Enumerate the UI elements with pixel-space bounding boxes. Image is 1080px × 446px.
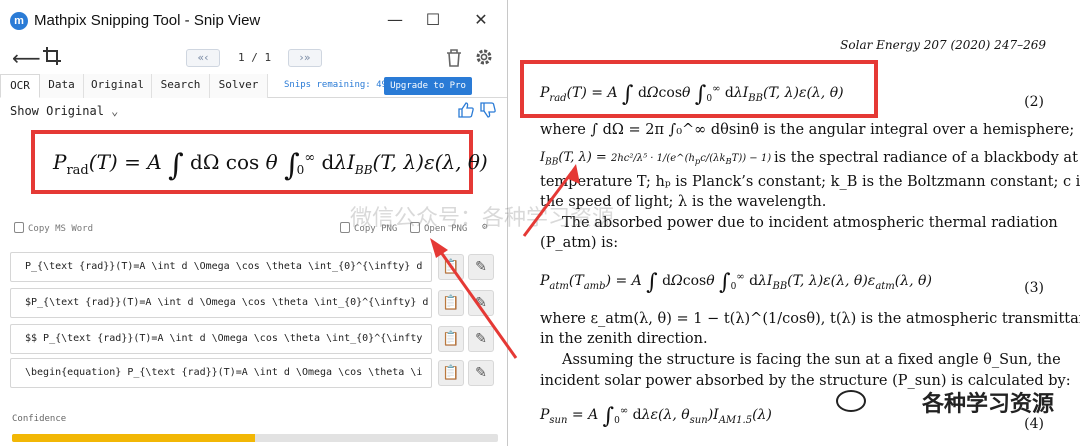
minimize-button[interactable]: —	[380, 8, 410, 32]
edit-icon[interactable]: ✎	[468, 290, 494, 316]
text-absorbed-power: The absorbed power due to incident atmos…	[562, 215, 1058, 231]
mathpix-logo-icon: m	[10, 12, 28, 30]
equation-4: Psun = A ∫0∞ dλε(λ, θsun)IAM1.5(λ)	[540, 404, 772, 429]
journal-reference: Solar Energy 207 (2020) 247–269	[840, 38, 1046, 52]
crop-icon[interactable]	[42, 46, 62, 71]
latex-output-field[interactable]: $$ P_{\text {rad}}(T)=A \int d \Omega \c…	[10, 324, 432, 354]
equation-2: Prad(T) = A ∫ dΩcosθ ∫0∞ dλIBB(T, λ)ε(λ,…	[540, 82, 844, 107]
text-assuming: Assuming the structure is facing the sun…	[562, 352, 1061, 368]
edit-icon[interactable]: ✎	[468, 360, 494, 386]
tab-original[interactable]: Original	[84, 74, 152, 98]
window-title: Mathpix Snipping Tool - Snip View	[34, 12, 261, 29]
wechat-logo-icon	[836, 390, 866, 412]
show-original-label: Show Original	[10, 104, 104, 118]
copy-ms-word-label: Copy MS Word	[28, 224, 94, 234]
latex-output-row: $P_{\text {rad}}(T)=A \int d \Omega \cos…	[10, 288, 496, 318]
maximize-button[interactable]: ☐	[418, 8, 448, 32]
confidence-label: Confidence	[12, 414, 67, 424]
brand-watermark: 各种学习资源	[921, 392, 1054, 417]
tab-data[interactable]: Data	[40, 74, 84, 98]
edit-icon[interactable]: ✎	[468, 254, 494, 280]
title-bar: m Mathpix Snipping Tool - Snip View — ☐ …	[0, 0, 507, 40]
text-temperature: temperature T; hₚ is Planck’s constant; …	[540, 174, 1080, 190]
clipboard-icon[interactable]: 📋	[438, 254, 464, 280]
equation-3: Patm(Tamb) = A ∫ dΩcosθ ∫0∞ dλIBB(T, λ)ε…	[540, 270, 932, 295]
text-zenith: in the zenith direction.	[540, 331, 708, 347]
text-hemisphere: where ∫ dΩ = 2π ∫₀^∞ dθsinθ is the angul…	[540, 122, 1075, 138]
blackbody-expression: IBB(T, λ) = 2hc²/λ⁵ · 1/(e^(hpc/(λkBT)) …	[540, 150, 772, 168]
edit-icon[interactable]: ✎	[468, 326, 494, 352]
tab-ocr[interactable]: OCR	[0, 74, 40, 98]
next-snip-button[interactable]: ›»	[288, 49, 322, 67]
text-patm: (P_atm) is:	[540, 235, 619, 251]
latex-output-field[interactable]: \begin{equation} P_{\text {rad}}(T)=A \i…	[10, 358, 432, 388]
latex-output-row: $$ P_{\text {rad}}(T)=A \int d \Omega \c…	[10, 324, 496, 354]
page-indicator: 1 / 1	[238, 51, 272, 64]
thumbs-down-icon[interactable]	[480, 102, 496, 122]
paper-excerpt: Solar Energy 207 (2020) 247–269 Prad(T) …	[350, 0, 1080, 446]
trash-icon[interactable]	[446, 48, 462, 72]
rendered-formula-highlight: Prad(T) = A ∫ dΩ cos θ ∫0∞ dλIBB(T, λ)ε(…	[31, 130, 488, 194]
tab-search[interactable]: Search	[152, 74, 210, 98]
close-button[interactable]: ✕	[466, 8, 496, 32]
chevron-down-icon: ⌄	[111, 104, 119, 118]
latex-output-field[interactable]: $P_{\text {rad}}(T)=A \int d \Omega \cos…	[10, 288, 432, 318]
equation-4-number: (4)	[1024, 416, 1044, 432]
upgrade-to-pro-button[interactable]: Upgrade to Pro	[384, 77, 472, 95]
rendered-formula: Prad(T) = A ∫ dΩ cos θ ∫0∞ dλIBB(T, λ)ε(…	[53, 148, 488, 183]
confidence-bar	[12, 434, 498, 442]
latex-output-row: \begin{equation} P_{\text {rad}}(T)=A \i…	[10, 358, 496, 388]
toolbar: ⟵ «‹ 1 / 1 ›»	[0, 44, 507, 72]
clipboard-icon[interactable]: 📋	[438, 360, 464, 386]
thumbs-up-icon[interactable]	[458, 102, 474, 122]
confidence-bar-fill	[12, 434, 255, 442]
watermark-text: 微信公众号：各种学习资源	[350, 206, 615, 231]
copy-ms-word-button[interactable]: Copy MS Word	[14, 222, 93, 234]
latex-output-field[interactable]: P_{\text {rad}}(T)=A \int d \Omega \cos …	[10, 252, 432, 282]
arrow-left-icon[interactable]: ⟵	[12, 46, 41, 70]
snips-remaining-count: Snips remaining: 49	[284, 80, 387, 90]
text-blackbody: is the spectral radiance of a blackbody …	[774, 150, 1078, 166]
previous-snip-button[interactable]: «‹	[186, 49, 220, 67]
equation-2-number: (2)	[1024, 94, 1044, 110]
latex-output-row: P_{\text {rad}}(T)=A \int d \Omega \cos …	[10, 252, 496, 282]
tab-bar: OCR Data Original Search Solver Snips re…	[0, 74, 507, 98]
text-emissivity: where ε_atm(λ, θ) = 1 − t(λ)^(1/cosθ), t…	[540, 311, 1080, 327]
gear-icon[interactable]	[474, 47, 494, 72]
word-icon	[14, 222, 24, 233]
equation-3-number: (3)	[1024, 280, 1044, 296]
copy-icon	[340, 222, 350, 233]
clipboard-icon[interactable]: 📋	[438, 326, 464, 352]
clipboard-icon[interactable]: 📋	[438, 290, 464, 316]
tab-solver[interactable]: Solver	[210, 74, 268, 98]
show-original-toggle[interactable]: Show Original ⌄	[10, 104, 118, 118]
